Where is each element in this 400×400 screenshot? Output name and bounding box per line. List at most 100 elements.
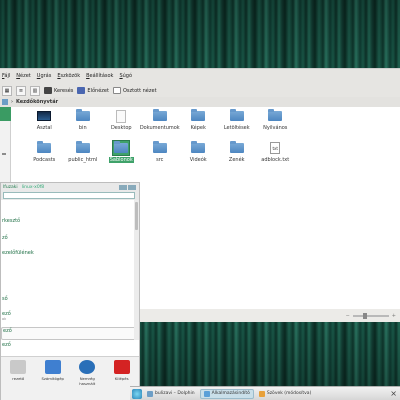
file-icon-wrap [344,109,360,123]
folder-icon [37,141,52,153]
list-item-sublabel: ok [2,317,7,321]
list-item-highlighted[interactable]: ező [1,327,139,340]
tab-label: Kilépés [114,376,129,381]
zoom-in-icon[interactable]: + [392,313,396,319]
file-item[interactable]: src [141,139,180,171]
list-item[interactable]: ző [1,235,139,241]
zoom-slider[interactable] [352,312,389,319]
list-item[interactable]: ező [1,342,139,348]
home-icon[interactable] [2,99,8,105]
launcher-header: lfuzaki linux-x0f8 [1,183,139,191]
file-item[interactable]: Asztal [25,107,64,139]
list-item[interactable]: ső [1,296,139,302]
list-item[interactable]: ezelőfülének [1,250,139,256]
file-item[interactable]: Képek [179,107,218,139]
scrollbar-thumb[interactable] [135,202,138,230]
file-item[interactable]: Videók [179,139,218,171]
places-item[interactable] [2,153,6,155]
file-icon-wrap [267,109,283,123]
task-dolphin[interactable]: bulizavi – Dolphin [144,389,198,399]
file-icon-wrap [306,109,322,123]
folder-icon [147,390,153,397]
launcher-search-row [1,191,139,200]
file-name: Podcasts [33,157,56,163]
launcher-scrollbar[interactable] [134,200,139,340]
launcher-user: lfuzaki [3,184,18,190]
file-name: Letöltések [223,125,250,131]
columns-view-button[interactable]: ▥ [30,85,40,96]
breadcrumb-home[interactable]: Kezdőkönyvtár [16,99,58,105]
power-icon [113,360,130,374]
file-icon-wrap [112,140,131,156]
tab-favorites[interactable]: rezető [2,360,34,381]
folder-icon [268,109,283,121]
grid-spacer [333,107,372,139]
folder-icon [152,141,167,153]
list-item[interactable]: rkesztő [1,218,139,224]
list-item-label: ezelőfülének [2,250,34,256]
file-item[interactable]: Dokumentumok [140,107,180,139]
menu-help[interactable]: Súgó [119,73,132,79]
file-item[interactable]: Zenék [218,139,257,171]
places-item-selected[interactable] [0,107,11,121]
preview-button[interactable]: Előnézet [77,87,109,94]
folder-icon [152,109,167,121]
file-icon-wrap [36,141,52,155]
launcher-button[interactable] [132,388,142,399]
folder-icon [191,141,206,153]
menu-view[interactable]: Nézet [16,73,31,79]
file-name: Asztal [36,125,52,131]
list-item-label: ző [2,235,8,241]
menu-tools[interactable]: Eszközök [57,73,80,79]
zoom-slider-handle[interactable] [362,312,367,319]
list-item-label: rkesztő [2,218,21,224]
menu-settings[interactable]: Beállítások [86,73,113,79]
list-icon: ≡ [18,87,24,94]
chevron-right-icon: › [11,99,13,105]
close-icon[interactable]: × [390,389,397,398]
file-icon-wrap [113,109,129,123]
launcher-view-switch[interactable] [119,184,136,190]
breadcrumb: › Kezdőkönyvtár [0,97,400,107]
app-icon [203,390,210,397]
folder-icon [75,141,90,153]
icons-view-button[interactable]: ▦ [2,85,12,96]
file-name: bin [78,125,87,131]
task-label: Szövek (módosítva) [266,391,312,396]
folder-icon [114,141,129,153]
launcher-search-input[interactable] [3,192,135,199]
computer-icon [44,360,61,374]
file-item[interactable]: public_html [64,139,103,171]
file-item[interactable]: Letöltések [218,107,257,139]
tab-leave[interactable]: Kilépés [106,360,138,381]
task-label: bulizavi – Dolphin [155,391,195,396]
tab-recent[interactable]: Nemrég használt [71,360,103,386]
split-view-button[interactable]: Osztott nézet [112,87,157,94]
file-item[interactable]: bin [64,107,103,139]
taskbar: bulizavi – Dolphin Alkalmazásindító Szöv… [130,386,400,400]
text-file-icon: txt [270,142,281,154]
zoom-out-icon[interactable]: − [346,313,350,319]
file-item[interactable]: Desktop [102,107,141,139]
tab-label: Nemrég használt [79,376,96,386]
status-bar: − + [140,309,400,322]
file-name: src [156,157,164,163]
file-item[interactable]: Podcasts [25,139,64,171]
file-item[interactable]: Nyilvános [256,107,295,139]
toolbar: ▦ ≡ ▥ Keresés Előnézet Osztott nézet [0,83,400,98]
task-editor[interactable]: Szövek (módosítva) [256,389,314,399]
file-icon-wrap [152,141,168,155]
file-icon-wrap [383,109,399,123]
file-item[interactable]: txt adblock.txt [256,139,295,171]
file-icon-wrap [229,141,245,155]
list-item[interactable]: ező ok [1,311,139,321]
task-app-launcher[interactable]: Alkalmazásindító [199,388,254,399]
file-icon-wrap [229,109,245,123]
menu-file[interactable]: Fájl [2,73,10,79]
search-button[interactable]: Keresés [44,87,73,94]
tab-computer[interactable]: Számítógép [37,360,69,381]
file-item[interactable]: Sablonok [102,139,141,171]
menu-go[interactable]: Ugrás [37,73,52,79]
tab-label: Számítógép [41,376,64,381]
details-view-button[interactable]: ≡ [16,85,26,96]
